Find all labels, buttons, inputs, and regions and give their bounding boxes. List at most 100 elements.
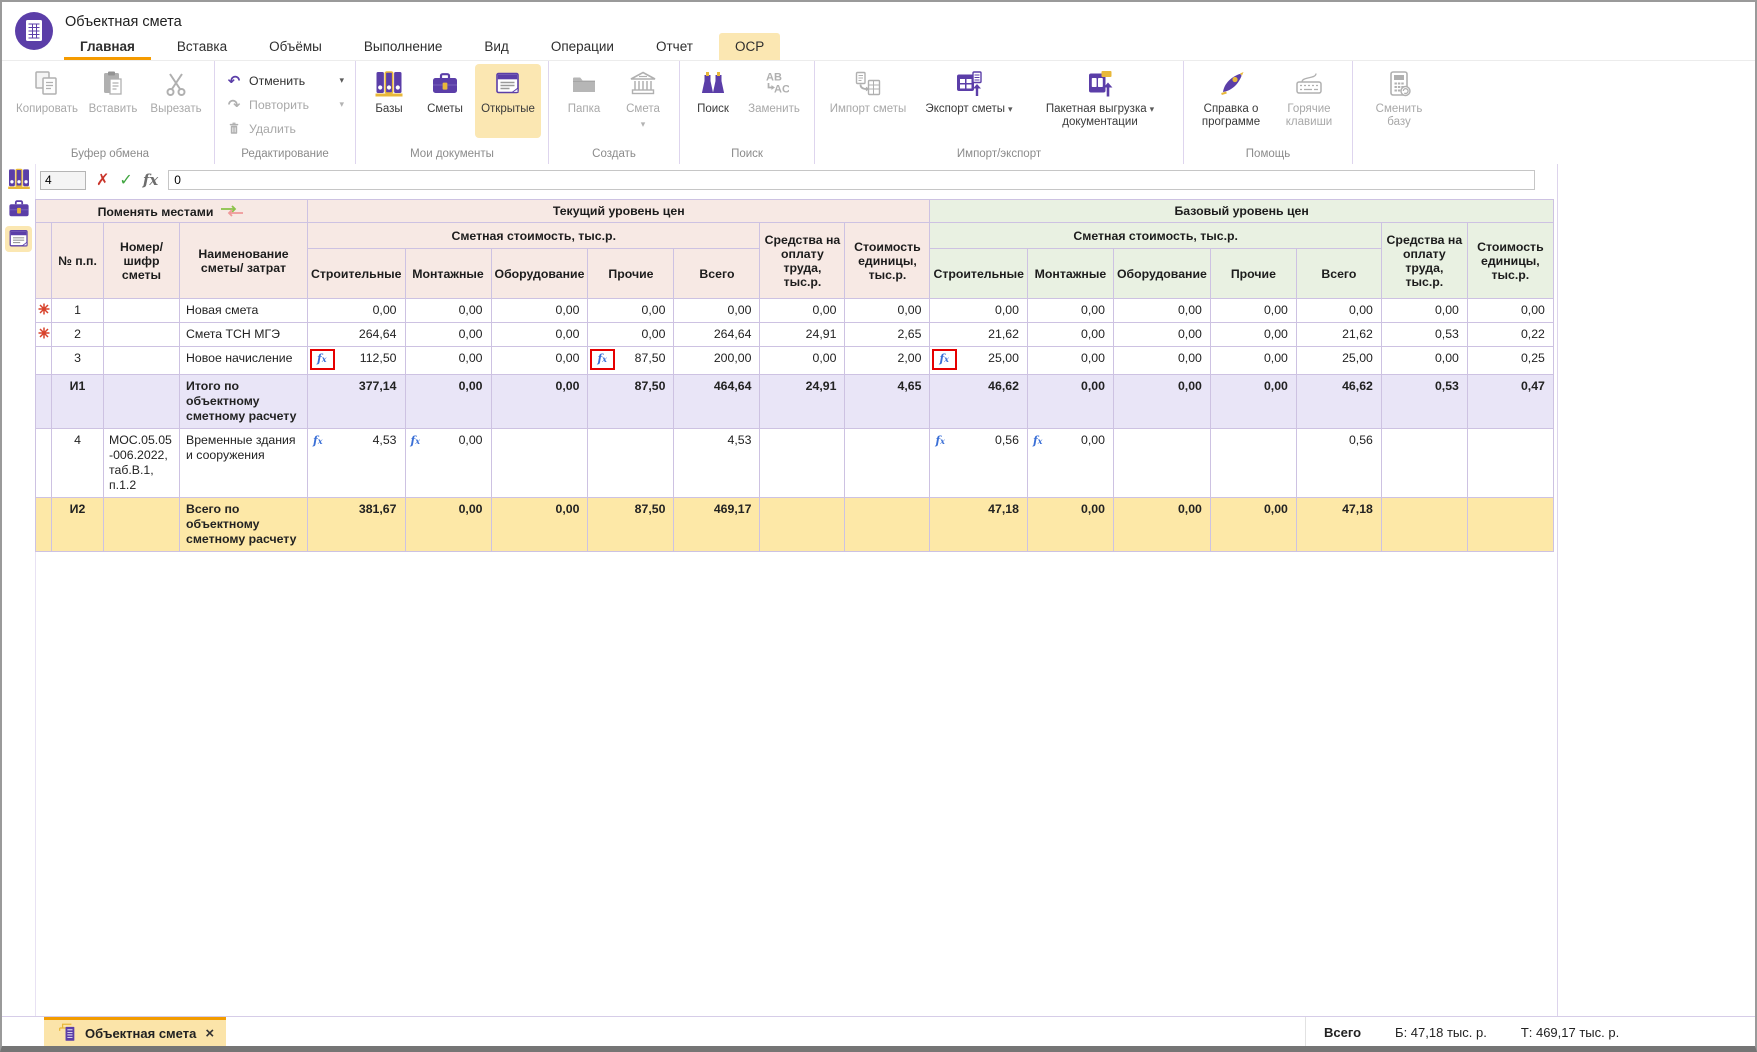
grid-cell[interactable]: 24,91 [760,323,845,347]
row-num-cell[interactable]: И1 [52,375,104,429]
grid-cell[interactable]: 24,91 [760,375,845,429]
replace-button[interactable]: ABACЗаменить [741,64,807,138]
batch-export-button[interactable]: Пакетная выгрузка▾документации [1024,64,1176,138]
bases-button[interactable]: Базы [363,64,415,138]
estimate-new-button[interactable]: Смета▾ [614,64,672,138]
grid-cell[interactable] [1381,429,1467,498]
row-num-cell[interactable]: 3 [52,347,104,375]
formula-fx-icon[interactable]: fx [939,352,949,365]
grid-cell[interactable] [1113,429,1210,498]
document-tab[interactable]: Объектная смета × [44,1017,226,1047]
opened-button[interactable]: Открытые [475,64,541,138]
grid-cell[interactable]: 0,00 [674,299,760,323]
formula-fx-icon[interactable]: fx [935,434,945,447]
row-name-cell[interactable]: Всего по объектному сметному расчету [180,498,308,552]
ribbon-tab-otchet[interactable]: Отчет [640,33,709,60]
grid-cell[interactable]: 200,00 [674,347,760,375]
row-num-cell[interactable]: 2 [52,323,104,347]
grid-cell[interactable]: 0,00 [588,323,674,347]
formula-fx-icon[interactable]: fx [411,434,421,447]
chevron-down-icon[interactable]: ▾ [339,99,344,110]
redo-button[interactable]: ↷Повторить▾ [222,94,348,115]
grid-cell[interactable]: 0,00 [1381,299,1467,323]
grid-cell[interactable]: 0,00 [491,498,588,552]
grid-cell[interactable]: 0,00 [588,299,674,323]
row-name-cell[interactable]: Новое начисление [180,347,308,375]
chevron-down-icon[interactable]: ▾ [339,75,344,86]
row-num-cell[interactable]: 1 [52,299,104,323]
cell-reference-input[interactable] [40,171,86,190]
grid-cell[interactable]: 47,18 [930,498,1028,552]
grid-cell[interactable] [845,498,930,552]
chevron-down-icon[interactable]: ▾ [1150,104,1155,114]
grid-cell[interactable]: 0,00 [405,299,491,323]
rail-opened-button[interactable] [5,226,32,252]
grid-cell[interactable]: 21,62 [1296,323,1381,347]
grid-cell[interactable]: 469,17 [674,498,760,552]
grid-cell[interactable]: 2,65 [845,323,930,347]
grid-cell[interactable] [845,429,930,498]
chevron-down-icon[interactable]: ▾ [641,118,646,131]
rail-bases-button[interactable] [5,166,32,192]
grid-cell[interactable]: 0,00 [1381,347,1467,375]
ribbon-tab-vypolnenie[interactable]: Выполнение [348,33,459,60]
grid-cell[interactable]: fx0,00 [405,429,491,498]
formula-fx-icon[interactable]: fx [313,434,323,447]
grid-cell[interactable]: fx112,50 [308,347,406,375]
grid-cell[interactable] [1467,429,1553,498]
ribbon-tab-glavnaya[interactable]: Главная [64,33,151,60]
grid-cell[interactable]: 0,00 [1113,323,1210,347]
rail-estimates-button[interactable] [5,196,32,222]
grid-cell[interactable] [1467,498,1553,552]
grid-cell[interactable]: 0,53 [1381,323,1467,347]
cut-button[interactable]: Вырезать [145,64,207,138]
grid-cell[interactable] [760,498,845,552]
row-num-cell[interactable]: И2 [52,498,104,552]
grid-cell[interactable]: 46,62 [1296,375,1381,429]
row-code-cell[interactable] [104,498,180,552]
search-button[interactable]: Поиск [687,64,739,138]
grid-cell[interactable]: 0,25 [1467,347,1553,375]
close-icon[interactable]: × [205,1025,214,1042]
grid-cell[interactable]: 0,00 [760,347,845,375]
grid-cell[interactable] [491,429,588,498]
ribbon-tab-vid[interactable]: Вид [468,33,524,60]
grid-cell[interactable] [1210,429,1296,498]
grid-cell[interactable]: 0,00 [1210,347,1296,375]
swap-columns-header[interactable]: Поменять местами [36,200,308,223]
grid-cell[interactable]: 0,00 [308,299,406,323]
row-name-cell[interactable]: Временные здания и сооружения [180,429,308,498]
grid-cell[interactable]: 0,00 [1027,323,1113,347]
grid-cell[interactable]: 47,18 [1296,498,1381,552]
chevron-down-icon[interactable]: ▾ [1008,104,1013,114]
grid-cell[interactable]: 0,00 [491,347,588,375]
grid-cell[interactable]: 87,50 [588,375,674,429]
grid-cell[interactable]: 0,00 [1113,299,1210,323]
estimates-button[interactable]: Сметы [417,64,473,138]
grid-cell[interactable]: 0,00 [405,375,491,429]
grid-cell[interactable]: 0,00 [1296,299,1381,323]
grid-cell[interactable]: fx25,00 [930,347,1028,375]
grid-cell[interactable]: fx4,53 [308,429,406,498]
grid-cell[interactable]: 0,53 [1381,375,1467,429]
confirm-icon[interactable]: ✓ [119,170,132,190]
undo-button[interactable]: ↶Отменить▾ [222,70,348,91]
grid-cell[interactable]: 0,00 [1113,498,1210,552]
grid-cell[interactable]: 0,00 [1210,498,1296,552]
row-code-cell[interactable] [104,299,180,323]
grid-cell[interactable]: 0,00 [930,299,1028,323]
grid-cell[interactable]: 0,00 [1113,375,1210,429]
grid-cell[interactable]: 25,00 [1296,347,1381,375]
row-code-cell[interactable] [104,375,180,429]
grid-cell[interactable]: 0,00 [845,299,930,323]
copy-button[interactable]: Копировать [13,64,81,138]
paste-button[interactable]: Вставить [83,64,143,138]
grid-cell[interactable]: 0,00 [491,375,588,429]
cancel-icon[interactable]: ✗ [96,170,109,190]
row-code-cell[interactable]: МОС.05.05-006.2022, таб.В.1, п.1.2 [104,429,180,498]
ribbon-tab-osr[interactable]: ОСР [719,33,780,60]
hotkeys-button[interactable]: Горячиеклавиши [1273,64,1345,138]
formula-input[interactable] [168,170,1535,190]
export-estimate-button[interactable]: Экспорт сметы▾ [916,64,1022,138]
grid-cell[interactable]: 0,00 [1027,299,1113,323]
